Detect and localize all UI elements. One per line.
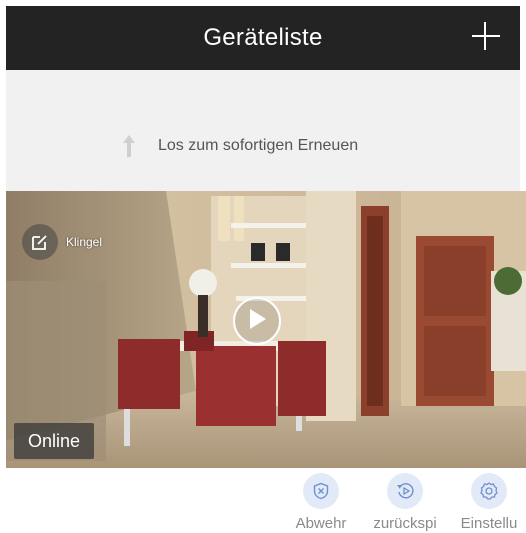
device-actions: Abwehr zurückspi Einstellu	[0, 470, 526, 533]
status-badge: Online	[14, 423, 95, 459]
playback-button[interactable]: zurückspi	[365, 470, 445, 533]
shield-x-icon	[303, 473, 339, 509]
refresh-hint-text: Los zum sofortigen Erneuen	[158, 137, 359, 154]
defense-label: Abwehr	[295, 515, 347, 532]
play-button[interactable]	[233, 297, 281, 345]
device-name: Klingel	[66, 235, 103, 249]
camera-preview[interactable]: Klingel Online	[6, 191, 526, 468]
add-device-button[interactable]	[470, 20, 502, 52]
playback-icon	[387, 473, 423, 509]
settings-button[interactable]: Einstellu	[449, 470, 526, 533]
gear-icon	[471, 473, 507, 509]
page-title: Geräteliste	[203, 24, 323, 51]
play-icon	[246, 307, 268, 336]
defense-button[interactable]: Abwehr	[281, 470, 361, 533]
refresh-hint: Los zum sofortigen Erneuen	[122, 133, 358, 159]
settings-label: Einstellu	[460, 515, 518, 532]
pull-to-refresh-area[interactable]: Los zum sofortigen Erneuen	[6, 70, 520, 191]
edit-icon	[22, 224, 58, 260]
playback-label: zurückspi	[373, 515, 437, 532]
app-header: Geräteliste	[6, 6, 520, 70]
device-name-button[interactable]: Klingel	[22, 224, 102, 260]
arrow-up-icon	[122, 133, 136, 159]
